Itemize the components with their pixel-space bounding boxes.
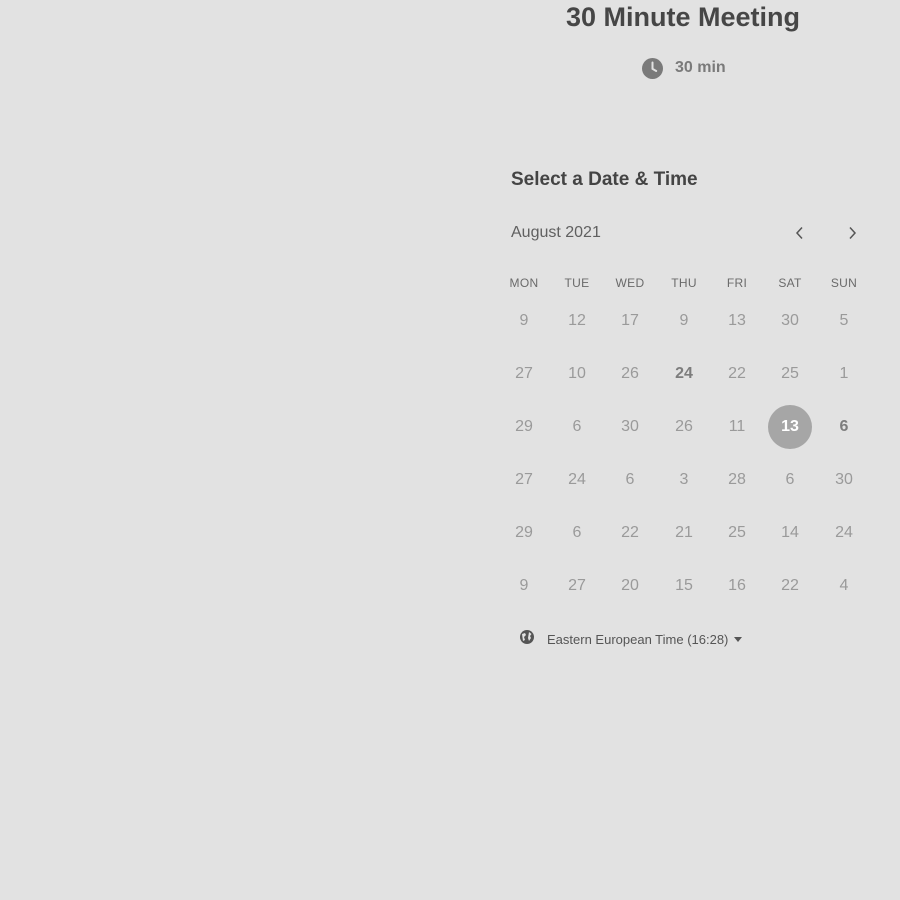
calendar-day: 29 — [515, 524, 533, 541]
calendar-day: 10 — [568, 365, 586, 382]
available-day-button[interactable]: 6 — [814, 412, 874, 442]
calendar-day: 30 — [621, 418, 639, 435]
calendar-day: 22 — [728, 365, 746, 382]
weekday-sun: SUN — [830, 276, 858, 290]
event-duration: 30 min — [642, 56, 726, 80]
calendar-day: 15 — [675, 577, 693, 594]
month-navigation: August 2021 — [511, 222, 871, 248]
date-time-heading: Select a Date & Time — [511, 169, 698, 190]
calendar-day: 24 — [568, 471, 586, 488]
weekday-thu: THU — [671, 276, 697, 290]
calendar-day: 14 — [781, 524, 799, 541]
calendar-day: 1 — [839, 365, 849, 382]
timezone-selector[interactable]: Eastern European Time (16:28) — [519, 629, 743, 650]
chevron-right-icon — [847, 226, 857, 245]
calendar-day: 28 — [728, 471, 746, 488]
selected-day-button[interactable]: 13 — [768, 405, 812, 449]
calendar-day: 5 — [839, 312, 849, 329]
weekday-fri: FRI — [726, 276, 748, 290]
calendar-day: 9 — [519, 577, 529, 594]
calendar-day: 6 — [625, 471, 635, 488]
calendar-day: 29 — [515, 418, 533, 435]
calendar-day: 6 — [785, 471, 795, 488]
calendar-day: 17 — [621, 312, 639, 329]
calendar-day: 26 — [675, 418, 693, 435]
calendar-day: 16 — [728, 577, 746, 594]
calendar-day: 22 — [781, 577, 799, 594]
calendar-day: 26 — [621, 365, 639, 382]
globe-icon — [519, 629, 535, 650]
calendar-day: 25 — [781, 365, 799, 382]
chevron-left-icon — [795, 226, 805, 245]
calendar-day: 27 — [515, 365, 533, 382]
calendar-day: 30 — [835, 471, 853, 488]
event-title: 30 Minute Meeting — [565, 2, 801, 32]
caret-down-icon — [734, 636, 743, 642]
clock-icon — [642, 57, 663, 79]
available-day-button[interactable]: 24 — [654, 359, 714, 389]
weekday-wed: WED — [615, 276, 645, 290]
calendar-day: 9 — [519, 312, 529, 329]
calendar-day: 4 — [839, 577, 849, 594]
calendar-day: 24 — [835, 524, 853, 541]
calendar-day: 30 — [781, 312, 799, 329]
next-month-button[interactable] — [839, 222, 865, 248]
weekday-sat: SAT — [778, 276, 802, 290]
calendar-day: 13 — [728, 312, 746, 329]
calendar-day: 6 — [572, 418, 582, 435]
weekday-tue: TUE — [564, 276, 590, 290]
duration-label: 30 min — [675, 59, 726, 76]
calendar-day: 25 — [728, 524, 746, 541]
calendar-day: 20 — [621, 577, 639, 594]
previous-month-button[interactable] — [787, 222, 813, 248]
calendar-day: 12 — [568, 312, 586, 329]
calendar-day: 21 — [675, 524, 693, 541]
calendar-day: 11 — [728, 418, 746, 435]
calendar-day: 27 — [515, 471, 533, 488]
calendar-day: 6 — [572, 524, 582, 541]
calendar-day: 3 — [679, 471, 689, 488]
month-label: August 2021 — [511, 224, 601, 241]
calendar-day: 27 — [568, 577, 586, 594]
calendar-day: 22 — [621, 524, 639, 541]
timezone-label: Eastern European Time (16:28) — [547, 631, 729, 647]
calendar-day: 9 — [679, 312, 689, 329]
weekday-mon: MON — [509, 276, 539, 290]
